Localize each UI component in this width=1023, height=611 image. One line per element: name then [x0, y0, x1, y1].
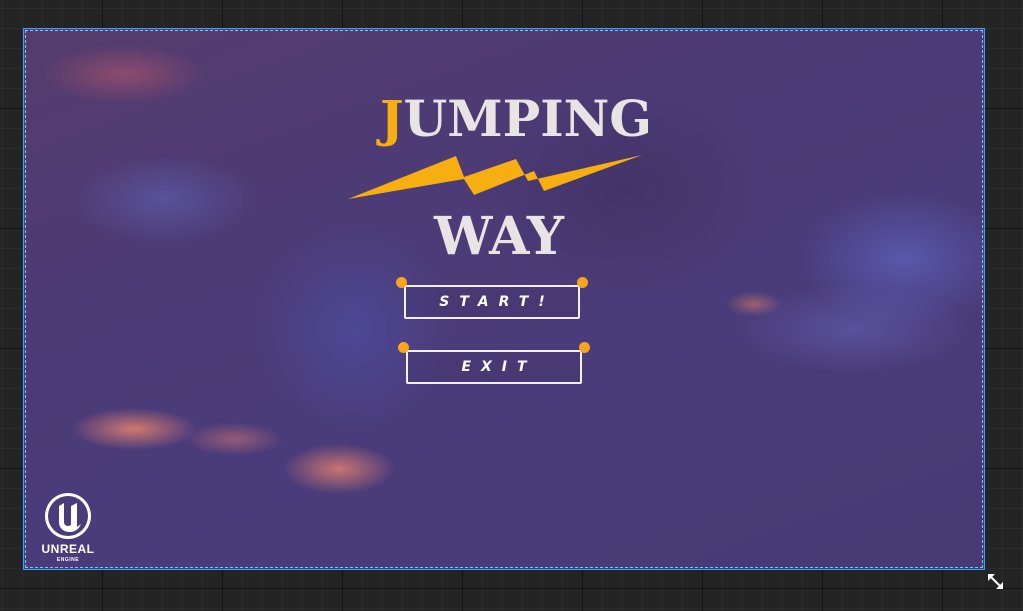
title-line-two: WAY — [434, 206, 564, 267]
unreal-logo-text: UNREAL — [41, 542, 95, 556]
button-corner-dot — [579, 342, 590, 353]
button-corner-dot — [577, 277, 588, 288]
button-corner-dot — [396, 277, 407, 288]
title-accent-letter: J — [380, 89, 404, 148]
title-line-one-text: UMPING — [403, 89, 653, 148]
unreal-engine-logo: UNREAL ENGINE — [32, 491, 112, 569]
exit-button[interactable]: EXIT — [398, 342, 590, 384]
unreal-engine-logo-icon — [45, 493, 91, 539]
exit-button-label: EXIT — [461, 359, 537, 375]
resize-diagonal-icon[interactable] — [986, 572, 1006, 592]
lightning-bolt-icon — [348, 155, 642, 199]
start-button[interactable]: START! — [396, 277, 588, 319]
game-title-logo: JUMPING WAY — [346, 89, 652, 269]
start-button-label: START! — [439, 294, 555, 310]
title-line-one: JUMPING — [380, 89, 652, 149]
widget-canvas-frame[interactable]: JUMPING WAY START! EXIT UNREAL ENGINE — [23, 28, 985, 570]
engine-logo-subtext: ENGINE — [56, 557, 80, 563]
button-corner-dot — [398, 342, 409, 353]
